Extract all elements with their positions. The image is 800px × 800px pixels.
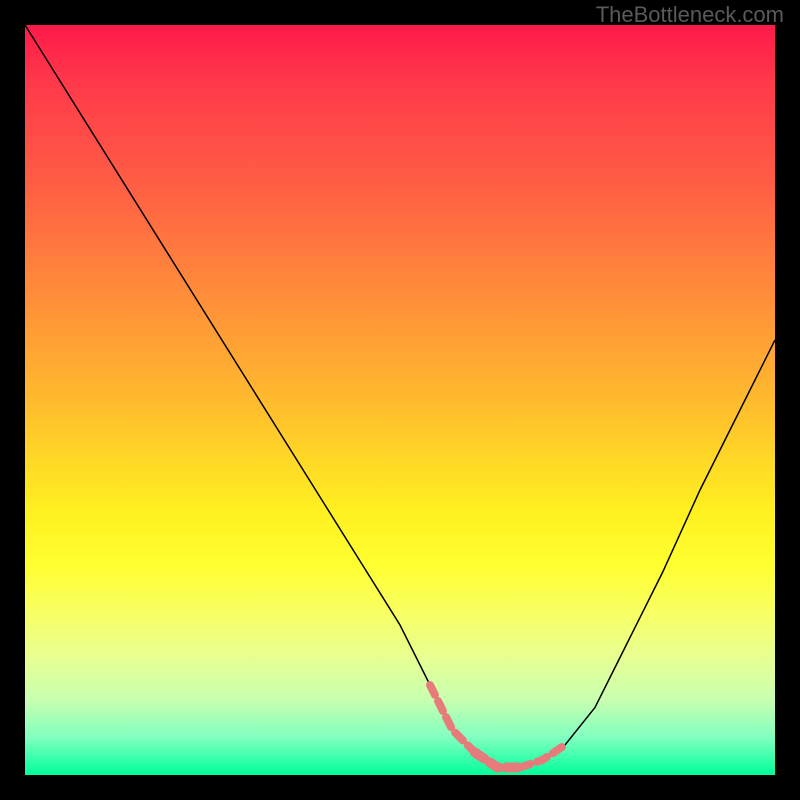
optimum-dashed-left: [430, 685, 475, 753]
optimum-dashed-right: [520, 745, 565, 768]
bottleneck-curve: [25, 25, 775, 768]
watermark-text: TheBottleneck.com: [596, 2, 784, 28]
chart-svg: [25, 25, 775, 775]
chart-plot-area: [25, 25, 775, 775]
optimum-dashed-flat: [475, 753, 520, 768]
